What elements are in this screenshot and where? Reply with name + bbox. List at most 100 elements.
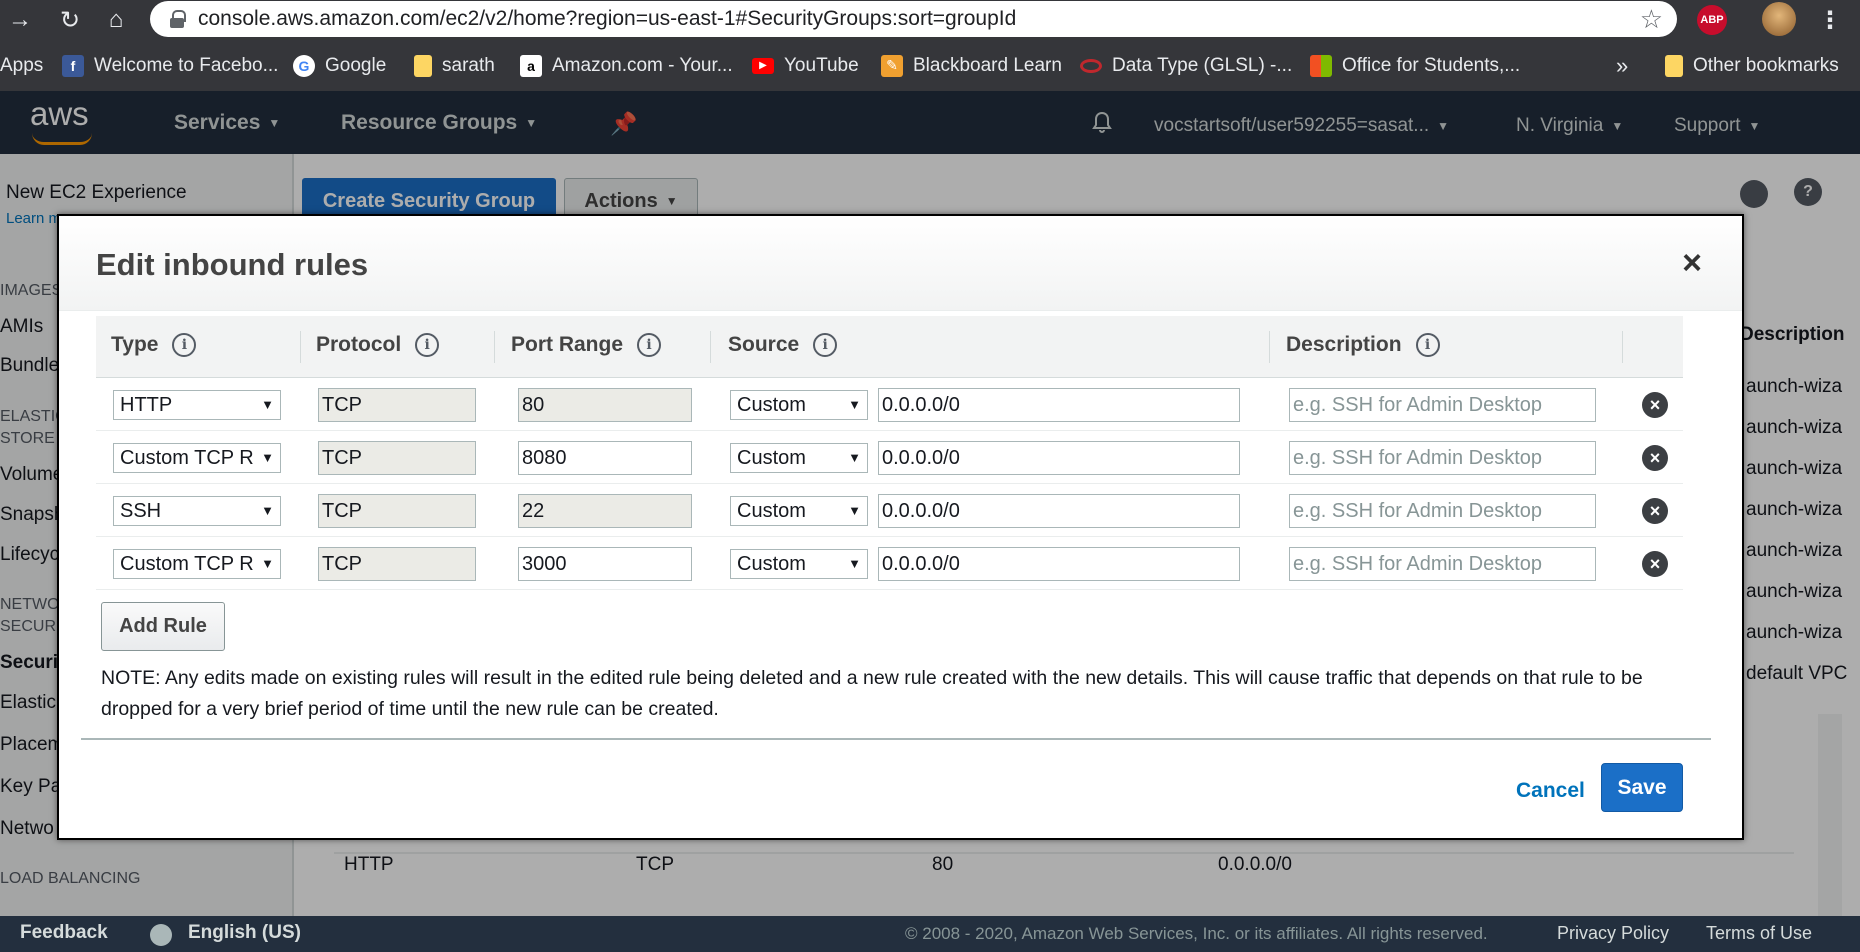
remove-rule-icon[interactable]: × — [1642, 445, 1668, 471]
aws-footer: Feedback English (US) © 2008 - 2020, Ama… — [0, 916, 1860, 952]
table-row: Custom TCP R ▼ TCP 3000 Custom ▼ 0.0.0.0/0… — [96, 537, 1683, 590]
profile-avatar[interactable] — [1762, 2, 1796, 36]
description-input[interactable]: e.g. SSH for Admin Desktop — [1289, 441, 1596, 475]
description-input[interactable]: e.g. SSH for Admin Desktop — [1289, 388, 1596, 422]
source-cidr-input[interactable]: 0.0.0.0/0 — [878, 441, 1240, 475]
info-icon[interactable]: i — [813, 333, 838, 357]
folder-icon — [414, 54, 432, 77]
remove-rule-icon[interactable]: × — [1642, 551, 1668, 577]
table-row: Custom TCP R ▼ TCP 8080 Custom ▼ 0.0.0.0/0… — [96, 431, 1683, 484]
bookmark-star-icon[interactable]: ☆ — [1640, 4, 1663, 35]
amazon-icon: a — [520, 54, 542, 77]
table-row: HTTP ▼ TCP 80 Custom ▼ 0.0.0.0/0 e.g. SSH … — [96, 378, 1683, 431]
remove-rule-icon[interactable]: × — [1642, 392, 1668, 418]
bookmark-apps[interactable]: Apps — [0, 55, 43, 77]
modal-header: Edit inbound rules × — [59, 216, 1742, 311]
type-select[interactable]: Custom TCP R ▼ — [113, 549, 281, 579]
bookmark-google[interactable]: G Google — [293, 54, 386, 77]
oracle-icon — [1080, 58, 1102, 73]
info-icon[interactable]: i — [415, 333, 440, 357]
info-icon[interactable]: i — [172, 333, 197, 357]
facebook-icon: f — [62, 54, 84, 77]
remove-rule-icon[interactable]: × — [1642, 498, 1668, 524]
info-icon[interactable]: i — [637, 333, 662, 357]
dropdown-arrow-icon: ▼ — [258, 391, 274, 419]
table-header: Type i Protocol i Port Range i Source i Desc… — [96, 316, 1683, 378]
bookmark-youtube[interactable]: ▶ YouTube — [752, 55, 859, 77]
folder-icon — [1665, 54, 1683, 77]
home-icon[interactable]: ⌂ — [96, 0, 136, 40]
column-header-port-range: Port Range i — [511, 333, 662, 357]
modal-footer-divider — [81, 738, 1711, 740]
bookmark-other[interactable]: Other bookmarks — [1665, 54, 1839, 77]
column-header-protocol: Protocol i — [316, 333, 440, 357]
bookmark-facebook[interactable]: f Welcome to Facebo... — [62, 54, 278, 77]
save-button[interactable]: Save — [1601, 763, 1683, 812]
bookmark-glsl[interactable]: Data Type (GLSL) -... — [1080, 55, 1292, 77]
bookmark-office[interactable]: Office for Students,... — [1310, 54, 1520, 77]
dropdown-arrow-icon: ▼ — [845, 444, 861, 472]
source-type-select[interactable]: Custom ▼ — [730, 443, 868, 473]
source-type-select[interactable]: Custom ▼ — [730, 496, 868, 526]
dropdown-arrow-icon: ▼ — [845, 550, 861, 578]
dropdown-arrow-icon: ▼ — [845, 497, 861, 525]
adblock-extension-icon[interactable]: ABP — [1697, 5, 1727, 35]
type-select[interactable]: HTTP ▼ — [113, 390, 281, 420]
table-row: SSH ▼ TCP 22 Custom ▼ 0.0.0.0/0 e.g. SSH f… — [96, 484, 1683, 537]
description-input[interactable]: e.g. SSH for Admin Desktop — [1289, 494, 1596, 528]
bookmarks-bar: Apps f Welcome to Facebo... G Google sarat… — [0, 40, 1860, 91]
address-bar[interactable]: console.aws.amazon.com/ec2/v2/home?regio… — [150, 1, 1677, 37]
bookmark-blackboard[interactable]: ✎ Blackboard Learn — [881, 54, 1062, 77]
feedback-link[interactable]: Feedback — [20, 922, 108, 944]
dropdown-arrow-icon: ▼ — [258, 550, 274, 578]
source-cidr-input[interactable]: 0.0.0.0/0 — [878, 547, 1240, 581]
source-type-select[interactable]: Custom ▼ — [730, 549, 868, 579]
type-select[interactable]: SSH ▼ — [113, 496, 281, 526]
inbound-rules-table: Type i Protocol i Port Range i Source i Desc… — [96, 316, 1683, 590]
microsoft-icon — [1310, 54, 1332, 77]
column-divider — [1622, 331, 1623, 363]
modal-title: Edit inbound rules — [96, 247, 369, 282]
source-type-select[interactable]: Custom ▼ — [730, 390, 868, 420]
protocol-field: TCP — [318, 547, 476, 581]
column-header-type: Type i — [111, 333, 197, 357]
bookmark-sarath[interactable]: sarath — [414, 54, 495, 77]
bookmarks-overflow-icon[interactable]: » — [1616, 53, 1628, 79]
column-header-source: Source i — [728, 333, 838, 357]
port-range-input[interactable]: 3000 — [518, 547, 692, 581]
source-cidr-input[interactable]: 0.0.0.0/0 — [878, 388, 1240, 422]
port-range-input[interactable]: 8080 — [518, 441, 692, 475]
terms-of-use-link[interactable]: Terms of Use — [1706, 923, 1812, 944]
browser-toolbar: → ↻ ⌂ console.aws.amazon.com/ec2/v2/home… — [0, 0, 1860, 40]
column-divider — [710, 331, 711, 363]
dropdown-arrow-icon: ▼ — [845, 391, 861, 419]
column-divider — [1269, 331, 1270, 363]
youtube-icon: ▶ — [752, 57, 774, 74]
protocol-field: TCP — [318, 441, 476, 475]
cancel-button[interactable]: Cancel — [1516, 779, 1585, 803]
source-cidr-input[interactable]: 0.0.0.0/0 — [878, 494, 1240, 528]
column-divider — [300, 331, 301, 363]
lock-icon — [170, 10, 186, 28]
type-select[interactable]: Custom TCP R ▼ — [113, 443, 281, 473]
column-divider — [494, 331, 495, 363]
protocol-field: TCP — [318, 388, 476, 422]
browser-menu-icon[interactable]: ⋮ — [1818, 6, 1842, 35]
port-range-field: 22 — [518, 494, 692, 528]
reload-icon[interactable]: ↻ — [50, 0, 90, 40]
privacy-policy-link[interactable]: Privacy Policy — [1557, 923, 1669, 944]
port-range-field: 80 — [518, 388, 692, 422]
blackboard-icon: ✎ — [881, 54, 903, 77]
url-text: console.aws.amazon.com/ec2/v2/home?regio… — [198, 7, 1017, 30]
description-input[interactable]: e.g. SSH for Admin Desktop — [1289, 547, 1596, 581]
protocol-field: TCP — [318, 494, 476, 528]
bookmark-amazon[interactable]: a Amazon.com - Your... — [520, 54, 733, 77]
language-selector[interactable]: English (US) — [188, 922, 301, 944]
copyright-text: © 2008 - 2020, Amazon Web Services, Inc.… — [905, 924, 1488, 943]
edit-inbound-rules-modal: Edit inbound rules × Type i Protocol i Por… — [57, 214, 1744, 840]
add-rule-button[interactable]: Add Rule — [101, 602, 225, 651]
globe-icon — [150, 924, 172, 946]
close-icon[interactable]: × — [1682, 246, 1702, 280]
forward-icon[interactable]: → — [0, 0, 40, 40]
info-icon[interactable]: i — [1415, 333, 1440, 357]
